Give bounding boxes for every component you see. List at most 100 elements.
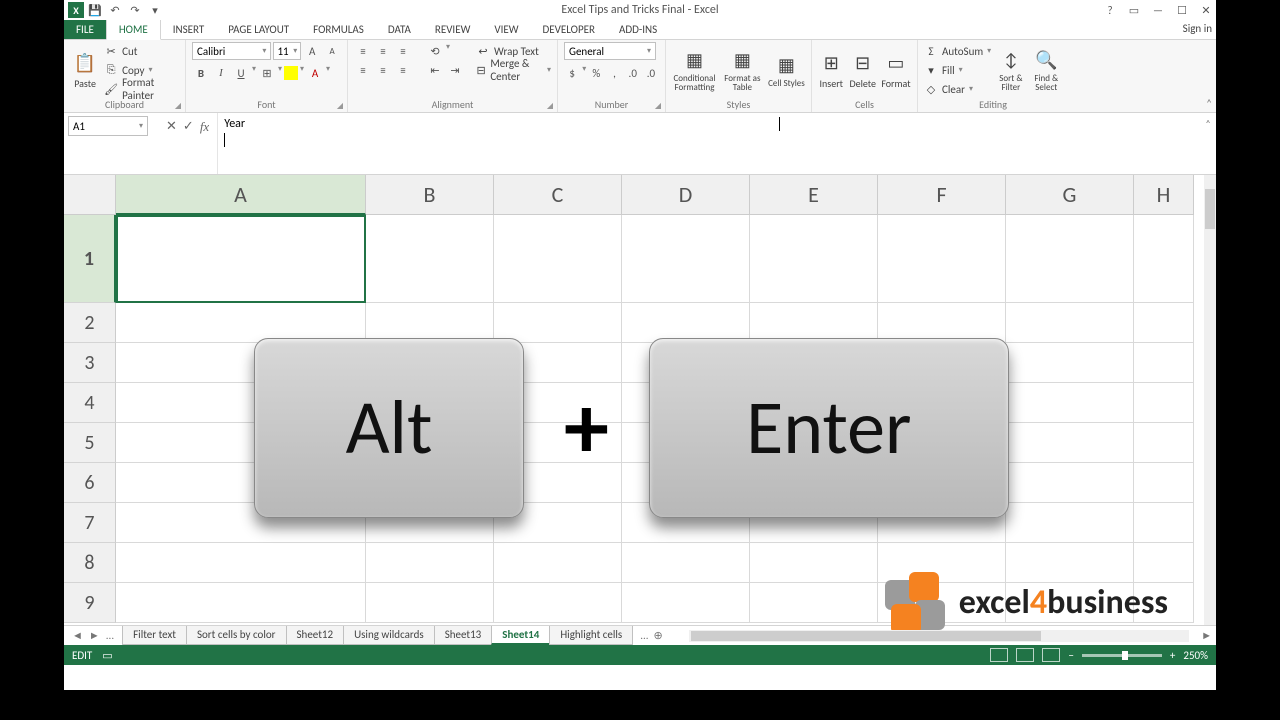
macro-record-icon[interactable]: ▭	[102, 649, 112, 662]
row-header-3[interactable]: 3	[64, 343, 116, 383]
tab-file[interactable]: FILE	[64, 20, 106, 39]
row-header-4[interactable]: 4	[64, 383, 116, 423]
sheet-tab[interactable]: Highlight cells	[549, 626, 633, 645]
cell[interactable]	[622, 463, 750, 503]
cell[interactable]	[366, 383, 494, 423]
minimize-icon[interactable]: —	[1150, 2, 1166, 18]
tab-page-layout[interactable]: PAGE LAYOUT	[216, 20, 301, 39]
sheet-nav-next-icon[interactable]: ►	[89, 629, 100, 642]
cell[interactable]	[116, 383, 366, 423]
find-select-button[interactable]: 🔍Find & Select	[1031, 42, 1062, 98]
cell[interactable]	[116, 423, 366, 463]
cell[interactable]	[878, 503, 1006, 543]
expand-formula-bar-icon[interactable]: ˄	[1200, 113, 1216, 174]
column-header-C[interactable]: C	[494, 175, 622, 215]
cell[interactable]	[750, 423, 878, 463]
border-button[interactable]: ⊞	[258, 64, 276, 82]
cell[interactable]	[366, 583, 494, 623]
cell[interactable]	[1134, 215, 1194, 303]
orientation-icon[interactable]: ⟲	[426, 42, 444, 60]
cell[interactable]	[1006, 215, 1134, 303]
worksheet-grid[interactable]: ABCDEFGH 123456789	[64, 175, 1216, 625]
undo-icon[interactable]: ↶	[106, 1, 124, 19]
launcher-icon[interactable]: ◢	[655, 101, 661, 111]
close-icon[interactable]: ✕	[1198, 2, 1214, 18]
percent-icon[interactable]: %	[588, 64, 604, 82]
zoom-out-icon[interactable]: −	[1068, 649, 1073, 662]
zoom-slider[interactable]	[1082, 654, 1162, 657]
cell[interactable]	[622, 543, 750, 583]
decrease-decimal-icon[interactable]: .0	[643, 64, 659, 82]
underline-button[interactable]: U	[232, 64, 250, 82]
cell[interactable]	[622, 423, 750, 463]
tab-addins[interactable]: ADD-INS	[607, 20, 669, 39]
cell[interactable]	[1006, 423, 1134, 463]
save-icon[interactable]: 💾	[86, 1, 104, 19]
format-cells-button[interactable]: ▭Format	[881, 42, 911, 98]
cell[interactable]	[366, 423, 494, 463]
row-header-2[interactable]: 2	[64, 303, 116, 343]
cell[interactable]	[622, 583, 750, 623]
align-center-icon[interactable]: ≡	[374, 61, 392, 79]
cell[interactable]	[116, 303, 366, 343]
sheet-tab[interactable]: Sheet12	[286, 626, 345, 645]
cell[interactable]	[1006, 383, 1134, 423]
font-size-select[interactable]: 11▾	[273, 42, 301, 60]
conditional-formatting-button[interactable]: ▦Conditional Formatting	[672, 42, 717, 98]
autosum-button[interactable]: ΣAutoSum▾	[924, 42, 991, 60]
cell[interactable]	[1006, 343, 1134, 383]
sheet-nav-more[interactable]: ...	[106, 629, 114, 642]
sheet-tab[interactable]: Sort cells by color	[186, 626, 287, 645]
horizontal-scrollbar[interactable]	[689, 630, 1189, 642]
comma-icon[interactable]: ,	[606, 64, 622, 82]
sheet-tab[interactable]: Sheet13	[434, 626, 493, 645]
collapse-ribbon-icon[interactable]: ˄	[1206, 97, 1212, 110]
launcher-icon[interactable]: ◢	[337, 101, 343, 111]
cell[interactable]	[116, 543, 366, 583]
insert-cells-button[interactable]: ⊞Insert	[818, 42, 845, 98]
cell[interactable]	[494, 463, 622, 503]
cell[interactable]	[494, 303, 622, 343]
align-left-icon[interactable]: ≡	[354, 61, 372, 79]
row-header-7[interactable]: 7	[64, 503, 116, 543]
cell[interactable]	[494, 543, 622, 583]
select-all-corner[interactable]	[64, 175, 116, 215]
format-painter-button[interactable]: 🖌Format Painter	[104, 80, 179, 98]
bold-button[interactable]: B	[192, 64, 210, 82]
cell[interactable]	[1134, 423, 1194, 463]
sheet-tab[interactable]: Sheet14	[491, 626, 550, 645]
cell[interactable]	[750, 303, 878, 343]
italic-button[interactable]: I	[212, 64, 230, 82]
font-name-select[interactable]: Calibri▾	[192, 42, 271, 60]
normal-view-icon[interactable]	[990, 648, 1008, 662]
sheet-tab[interactable]: Filter text	[122, 626, 187, 645]
page-layout-view-icon[interactable]	[1016, 648, 1034, 662]
cell[interactable]	[494, 343, 622, 383]
row-header-8[interactable]: 8	[64, 543, 116, 583]
font-color-button[interactable]: A	[306, 64, 324, 82]
paste-button[interactable]: 📋 Paste	[70, 42, 100, 98]
redo-icon[interactable]: ↷	[126, 1, 144, 19]
cell[interactable]	[878, 463, 1006, 503]
cell[interactable]	[366, 463, 494, 503]
help-icon[interactable]: ?	[1102, 2, 1118, 18]
cell[interactable]	[366, 303, 494, 343]
cell[interactable]	[1134, 503, 1194, 543]
increase-decimal-icon[interactable]: .0	[625, 64, 641, 82]
cell[interactable]	[494, 215, 622, 303]
cell[interactable]	[116, 503, 366, 543]
align-right-icon[interactable]: ≡	[394, 61, 412, 79]
maximize-icon[interactable]: ☐	[1174, 2, 1190, 18]
cell[interactable]	[366, 543, 494, 583]
accounting-icon[interactable]: $	[564, 64, 580, 82]
cell[interactable]	[1134, 383, 1194, 423]
cell[interactable]	[116, 343, 366, 383]
fill-color-button[interactable]	[284, 66, 298, 80]
fill-button[interactable]: ▾Fill▾	[924, 61, 991, 79]
number-format-select[interactable]: General▾	[564, 42, 656, 60]
row-header-1[interactable]: 1	[64, 215, 116, 303]
cell[interactable]	[622, 343, 750, 383]
sheet-nav-prev-icon[interactable]: ◄	[72, 629, 83, 642]
launcher-icon[interactable]: ◢	[175, 101, 181, 111]
increase-indent-icon[interactable]: ⇥	[446, 61, 464, 79]
